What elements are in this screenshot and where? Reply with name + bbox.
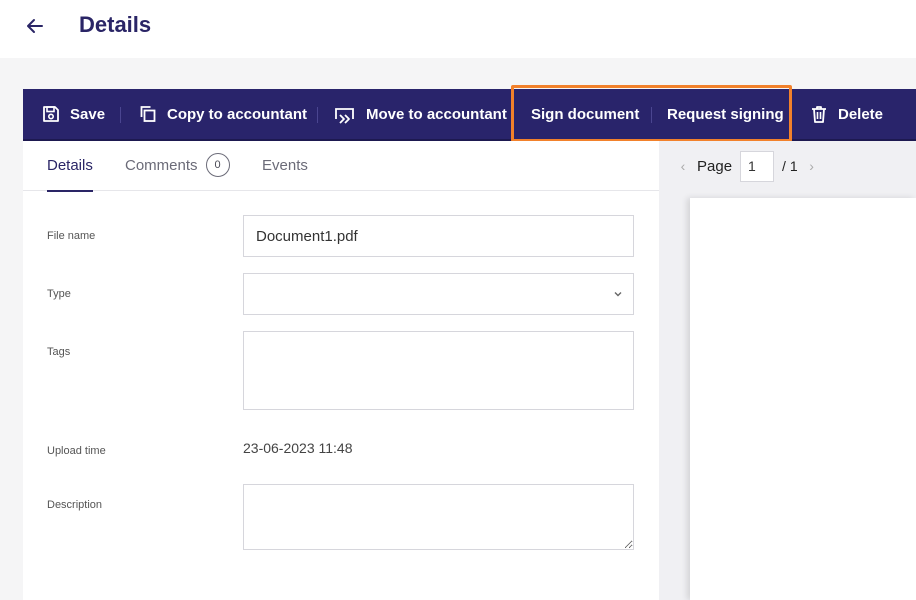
document-page-preview (690, 198, 916, 600)
chevron-right-icon[interactable]: › (806, 158, 818, 174)
chevron-left-icon[interactable]: ‹ (677, 158, 689, 174)
floppy-disk-icon (43, 106, 59, 122)
save-label: Save (70, 105, 106, 123)
toolbar-divider (651, 107, 652, 123)
tab-comments[interactable]: Comments 0 (125, 153, 230, 191)
arrow-left-icon (27, 19, 43, 33)
description-textarea[interactable] (243, 484, 634, 550)
upload-time-label: Upload time (47, 445, 106, 457)
tags-label: Tags (47, 346, 71, 358)
action-toolbar: Save Copy to accountant Move to accounta… (23, 89, 916, 141)
toolbar-divider (120, 107, 121, 123)
sign-label: Sign document (531, 105, 640, 123)
top-bar: Details (0, 0, 916, 58)
save-button[interactable]: Save (41, 89, 105, 139)
tags-input[interactable] (243, 331, 634, 410)
copy-label: Copy to accountant (167, 105, 308, 123)
page-total: / 1 (782, 158, 798, 174)
forward-arrow-icon (335, 108, 354, 124)
delete-label: Delete (838, 105, 884, 123)
upload-time-value: 23-06-2023 11:48 (243, 440, 353, 456)
tab-events[interactable]: Events (262, 157, 308, 191)
copy-to-accountant-button[interactable]: Copy to accountant (138, 89, 307, 139)
move-label: Move to accountant (366, 105, 507, 123)
document-viewer: ‹ Page / 1 › (659, 141, 916, 600)
tab-events-label: Events (262, 157, 308, 174)
delete-button[interactable]: Delete (809, 89, 883, 139)
chevron-down-icon (614, 292, 622, 297)
copy-icon (140, 106, 156, 122)
description-label: Description (47, 499, 103, 511)
page-label: Page (697, 157, 733, 175)
request-label: Request signing (667, 105, 784, 123)
move-to-accountant-button[interactable]: Move to accountant (333, 89, 507, 139)
type-select[interactable] (243, 273, 634, 315)
page-number-input[interactable] (740, 150, 775, 182)
file-name-label: File name (47, 230, 96, 242)
tab-comments-label: Comments (125, 157, 198, 174)
back-button[interactable] (22, 13, 48, 39)
tab-details[interactable]: Details (47, 157, 93, 192)
comments-count-badge: 0 (205, 153, 230, 177)
trash-icon (812, 106, 826, 123)
request-signing-button[interactable]: Request signing (667, 89, 784, 139)
sign-document-button[interactable]: Sign document (531, 89, 639, 139)
tab-bar: Details Comments 0 Events (23, 141, 659, 192)
toolbar-divider (317, 107, 318, 123)
page-navigator: ‹ Page / 1 › (677, 150, 818, 182)
details-panel: Details Comments 0 Events File name Type… (23, 141, 659, 600)
file-name-input[interactable] (243, 215, 634, 257)
type-label: Type (47, 288, 71, 300)
page-title: Details (79, 12, 152, 37)
tab-details-label: Details (47, 157, 93, 174)
